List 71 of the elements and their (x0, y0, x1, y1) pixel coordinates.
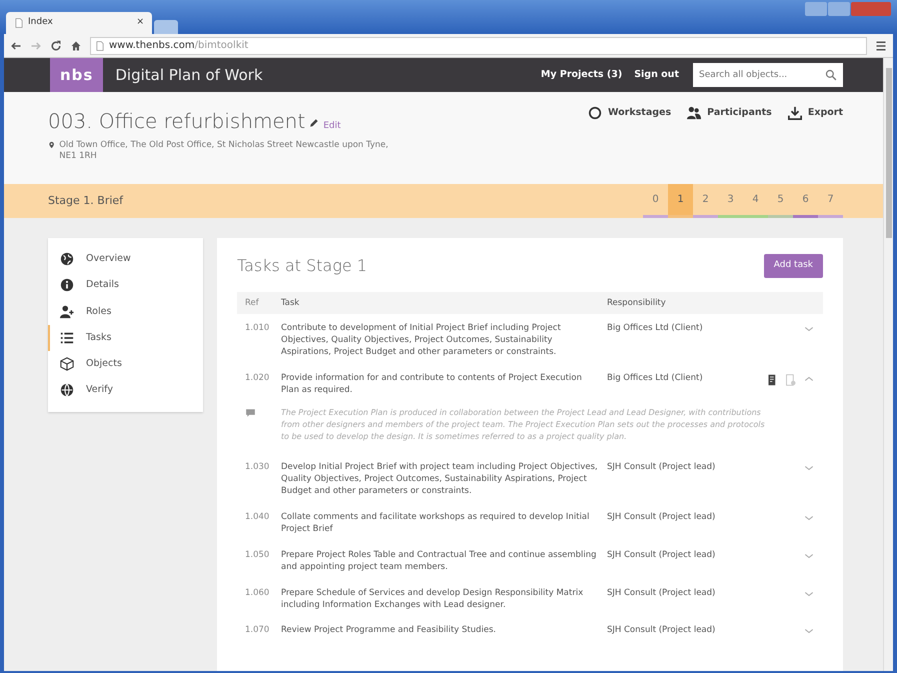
task-ref: 1.030 (244, 462, 270, 474)
menu-icon[interactable] (875, 40, 887, 52)
responsibility-text: SJH Consult (Project lead) (606, 512, 716, 524)
task-text: Develop Initial Project Brief with project team including Project Objectives, Quality Objectives, Project Outcomes, Sustainability Aspirations, Project Budget and other parameters or constraints. (281, 462, 599, 498)
add-task-button[interactable]: Add task (764, 254, 823, 278)
sidebar-item[interactable]: Details (48, 272, 203, 298)
sidebar-item[interactable]: Overview (48, 246, 203, 272)
task-text: Contribute to development of Initial Project Brief including Project Objectives, Quality Objectives, Project Outcomes, Sustainability Aspirations, Project Budget and other parameters or constraints. (281, 323, 562, 359)
globe-icon (60, 252, 74, 266)
logo[interactable]: nbs (50, 58, 104, 92)
circle-icon (588, 106, 602, 120)
info-icon (60, 278, 74, 292)
edit-link[interactable]: Edit (323, 120, 341, 134)
app-title: Digital Plan of Work (115, 64, 263, 86)
task-ref: 1.050 (244, 550, 270, 562)
export-button[interactable]: Export (788, 106, 843, 120)
search-field[interactable]: Search all objects... (693, 63, 843, 87)
stage-tab[interactable]: 1 (668, 184, 693, 218)
task-ref: 1.070 (244, 625, 270, 638)
responsibility-text: Big Offices Ltd (Client) (606, 323, 704, 335)
reload-icon[interactable] (50, 40, 62, 52)
project-title: 003. Office refurbishment (48, 108, 306, 135)
task-text: Prepare Project Roles Table and Contractual Tree and continue assembling and appointing project team members. (281, 550, 598, 574)
url-text: www.thenbs.com/bimtoolkit (109, 39, 248, 53)
nav-link[interactable]: My Projects (3) (540, 68, 622, 82)
column-header: Responsibility (606, 296, 667, 310)
home-icon[interactable] (70, 40, 82, 52)
sidebar-item[interactable]: Tasks (48, 324, 203, 351)
address-bar[interactable]: www.thenbs.com/bimtoolkit (90, 36, 867, 54)
stage-title: Stage 1. Brief (48, 192, 124, 209)
task-ref: 1.010 (244, 323, 270, 335)
task-text: Prepare Schedule of Services and develop Design Responsibility Matrix including Information Exchanges with Lead designer. (281, 588, 584, 612)
users-icon (687, 106, 702, 120)
task-ref: 1.020 (244, 372, 270, 385)
column-header: Task (281, 296, 300, 310)
responsibility-text: SJH Consult (Project lead) (606, 462, 716, 474)
task-note: The Project Execution Plan is produced in collaboration between the Project Lead and Lead Designer, with contributions from other designers and members of the project team. The Project Execution Plan sets out the processes and protocols to be used to develop the design. It is sometimes referred to as a project quality plan. (281, 407, 766, 444)
map-pin-icon (48, 140, 56, 150)
responsibility-text: SJH Consult (Project lead) (606, 550, 716, 562)
responsibility-text: Big Offices Ltd (Client) (606, 372, 704, 385)
section-title: Tasks at Stage 1 (237, 255, 368, 277)
responsibility-text: SJH Consult (Project lead) (606, 588, 716, 600)
cube-icon (60, 357, 74, 372)
participants-button[interactable]: Participants (687, 106, 772, 120)
forward-icon[interactable] (30, 40, 42, 52)
scrollbar[interactable] (883, 58, 893, 671)
globe-icon (60, 383, 74, 398)
responsibility-text: SJH Consult (Project lead) (606, 625, 716, 638)
page-icon (95, 40, 105, 50)
comment-icon (245, 408, 256, 418)
sidebar-item[interactable]: Verify (48, 377, 203, 404)
page-icon (14, 18, 24, 28)
task-text: Provide information for and contribute to contents of Project Execution Plan as required. (281, 372, 583, 396)
user-plus-icon (60, 304, 74, 319)
task-ref: 1.040 (244, 512, 270, 524)
task-ref: 1.060 (244, 588, 270, 600)
browser-tab[interactable]: Index × (6, 12, 152, 34)
task-text: Review Project Programme and Feasibility Studies. (281, 625, 498, 638)
sidebar-item[interactable]: Roles (48, 298, 203, 325)
nav-link[interactable]: Sign out (634, 68, 679, 82)
close-tab-button[interactable]: × (136, 16, 144, 30)
pencil-icon[interactable] (309, 118, 320, 128)
list-icon (60, 330, 74, 345)
project-address: Old Town Office, The Old Post Office, St Nicholas Street Newcastle upon Tyne, NE1 1RH (59, 140, 390, 162)
task-text: Collate comments and facilitate workshops as required to develop Initial Project Brief (281, 512, 590, 536)
column-header: Ref (244, 296, 260, 310)
workstages-button[interactable]: Workstages (588, 106, 672, 120)
sidebar-item[interactable]: Objects (48, 351, 203, 378)
download-icon (788, 106, 802, 120)
back-icon[interactable] (10, 40, 22, 52)
search-icon[interactable] (825, 69, 837, 81)
